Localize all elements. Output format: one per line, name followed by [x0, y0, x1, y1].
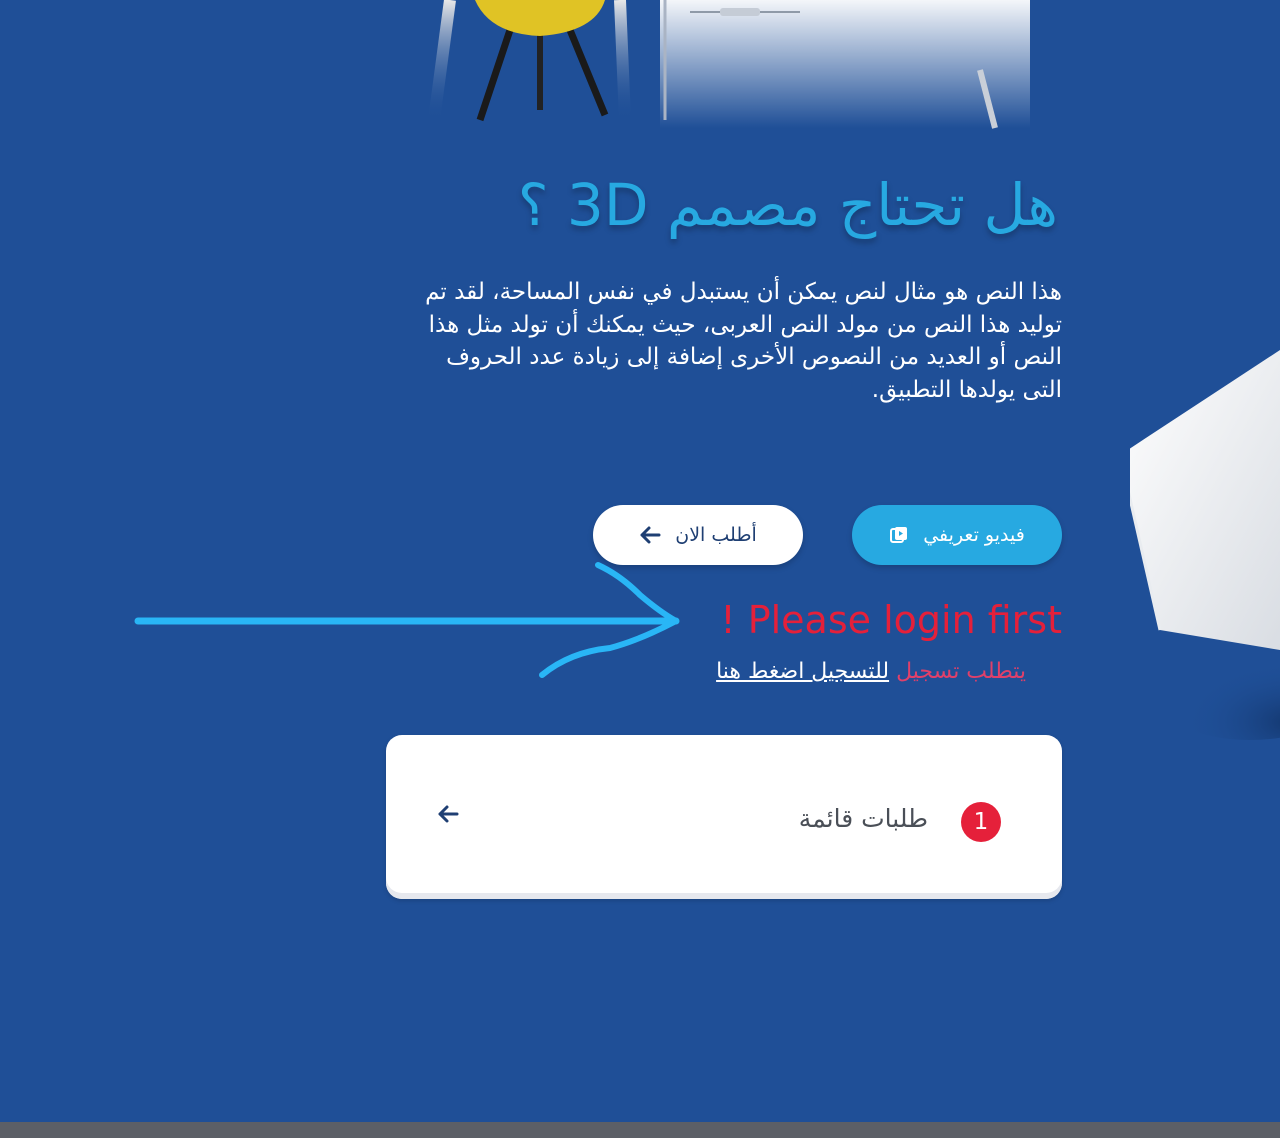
pending-count-badge: 1 — [961, 802, 1001, 842]
order-button-label: أطلب الان — [675, 524, 757, 546]
pending-orders-card[interactable]: 1 طلبات قائمة — [386, 735, 1062, 899]
pending-orders-label: طلبات قائمة — [798, 804, 928, 833]
video-button-label: فيديو تعريفي — [923, 524, 1025, 546]
bottom-bar — [0, 1122, 1280, 1138]
register-link[interactable]: للتسجيل اضغط هنا — [716, 659, 889, 684]
arrow-left-icon[interactable] — [436, 803, 460, 829]
login-required-message: ! Please login first — [720, 598, 1062, 642]
arrow-left-icon — [639, 525, 661, 545]
furniture-illustration — [428, 0, 1030, 129]
video-intro-button[interactable]: فيديو تعريفي — [852, 505, 1062, 565]
video-icon — [889, 525, 909, 545]
hero-description: هذا النص هو مثال لنص يمكن أن يستبدل في ن… — [425, 279, 1062, 403]
page-title: هل تحتاج مصمم 3D ؟ — [517, 171, 1058, 239]
register-required-text: يتطلب تسجيل — [896, 659, 1026, 684]
order-now-button[interactable]: أطلب الان — [593, 505, 803, 565]
register-line: يتطلب تسجيل للتسجيل اضغط هنا — [426, 654, 1026, 690]
cube-illustration — [1130, 350, 1280, 740]
